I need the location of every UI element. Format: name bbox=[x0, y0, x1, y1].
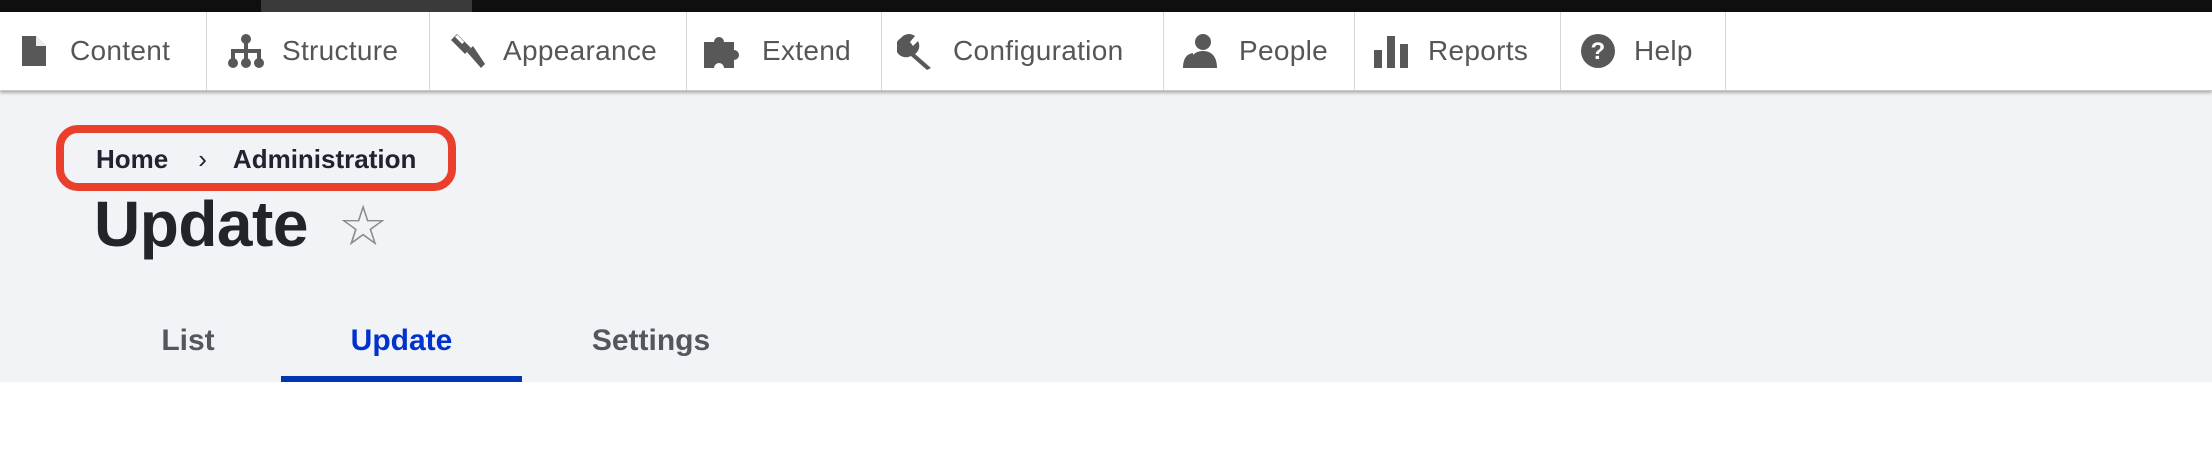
favorite-star-icon[interactable]: ☆ bbox=[338, 193, 388, 259]
toolbar-item-reports[interactable]: Reports bbox=[1355, 12, 1561, 90]
toolbar-item-configuration[interactable]: Configuration bbox=[882, 12, 1164, 90]
toolbar-item-label: Help bbox=[1634, 35, 1693, 66]
toolbar-item-label: People bbox=[1239, 35, 1328, 66]
top-bar-active-tab[interactable] bbox=[261, 0, 472, 12]
toolbar-item-label: Reports bbox=[1428, 35, 1529, 66]
toolbar-item-label: Structure bbox=[282, 35, 399, 66]
svg-text:?: ? bbox=[1591, 38, 1606, 65]
page-title: Update bbox=[94, 188, 308, 260]
sitemap-icon bbox=[226, 33, 266, 69]
toolbar-item-label: Content bbox=[70, 35, 171, 66]
breadcrumb: Home › Administration bbox=[96, 142, 416, 176]
toolbar-item-content[interactable]: Content bbox=[0, 12, 207, 90]
toolbar-item-label: Appearance bbox=[503, 35, 658, 66]
breadcrumb-administration-link[interactable]: Administration bbox=[233, 144, 416, 175]
toolbar-item-label: Extend bbox=[762, 35, 851, 66]
question-circle-icon: ? bbox=[1580, 33, 1616, 69]
bar-chart-icon bbox=[1372, 32, 1410, 70]
paint-brush-icon bbox=[447, 32, 487, 70]
puzzle-icon bbox=[702, 32, 742, 70]
tab-settings[interactable]: Settings bbox=[566, 300, 736, 382]
top-admin-bar bbox=[0, 0, 2212, 12]
toolbar-item-label: Configuration bbox=[953, 35, 1124, 66]
breadcrumb-home-link[interactable]: Home bbox=[96, 144, 168, 175]
tab-update[interactable]: Update bbox=[281, 300, 522, 382]
wrench-icon bbox=[897, 32, 937, 70]
toolbar-item-people[interactable]: People bbox=[1164, 12, 1355, 90]
toolbar-item-structure[interactable]: Structure bbox=[207, 12, 430, 90]
admin-toolbar: Content Structure Appearance Extend Conf… bbox=[0, 12, 2212, 91]
person-icon bbox=[1181, 32, 1219, 70]
toolbar-item-extend[interactable]: Extend bbox=[687, 12, 882, 90]
tab-list[interactable]: List bbox=[130, 300, 246, 382]
toolbar-item-appearance[interactable]: Appearance bbox=[430, 12, 687, 90]
breadcrumb-separator: › bbox=[198, 143, 207, 174]
file-icon bbox=[22, 36, 46, 66]
toolbar-item-help[interactable]: ? Help bbox=[1561, 12, 1726, 90]
